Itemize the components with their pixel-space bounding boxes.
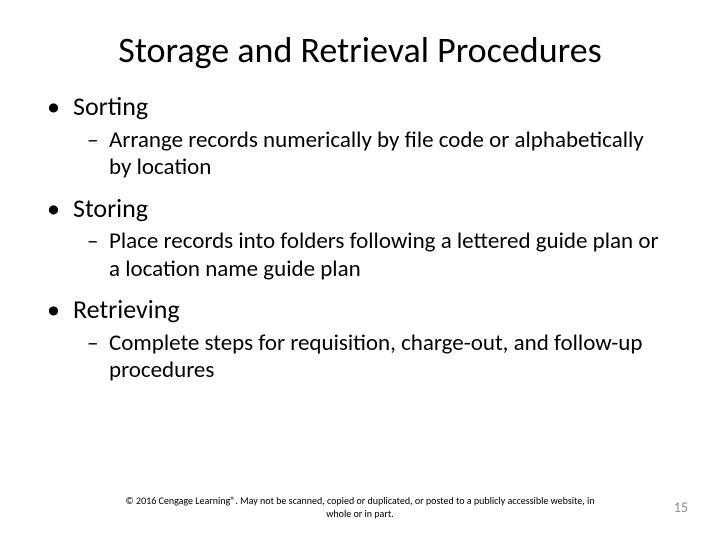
subbullet-item: – Arrange records numerically by file co… [45,127,675,182]
subbullet-text: Complete steps for requisition, charge-o… [109,330,675,385]
bullet-dot-icon: • [45,90,73,123]
subbullet-item: – Place records into folders following a… [45,228,675,283]
bullet-label: Sorting [73,90,675,123]
bullet-label: Retrieving [73,293,675,326]
dash-icon: – [87,127,109,182]
page-number: 15 [674,499,688,516]
copyright-footer: © 2016 Cengage Learning®. May not be sca… [0,495,720,520]
subbullet-text: Place records into folders following a l… [109,228,675,283]
dash-icon: – [87,228,109,283]
slide-content: • Sorting – Arrange records numerically … [45,90,675,385]
subbullet-text: Arrange records numerically by file code… [109,127,675,182]
slide-title: Storage and Retrieval Procedures [45,28,675,72]
subbullet-item: – Complete steps for requisition, charge… [45,330,675,385]
bullet-item-storing: • Storing [45,192,675,225]
bullet-dot-icon: • [45,192,73,225]
slide: Storage and Retrieval Procedures • Sorti… [0,0,720,540]
bullet-dot-icon: • [45,293,73,326]
dash-icon: – [87,330,109,385]
bullet-item-retrieving: • Retrieving [45,293,675,326]
bullet-label: Storing [73,192,675,225]
bullet-item-sorting: • Sorting [45,90,675,123]
